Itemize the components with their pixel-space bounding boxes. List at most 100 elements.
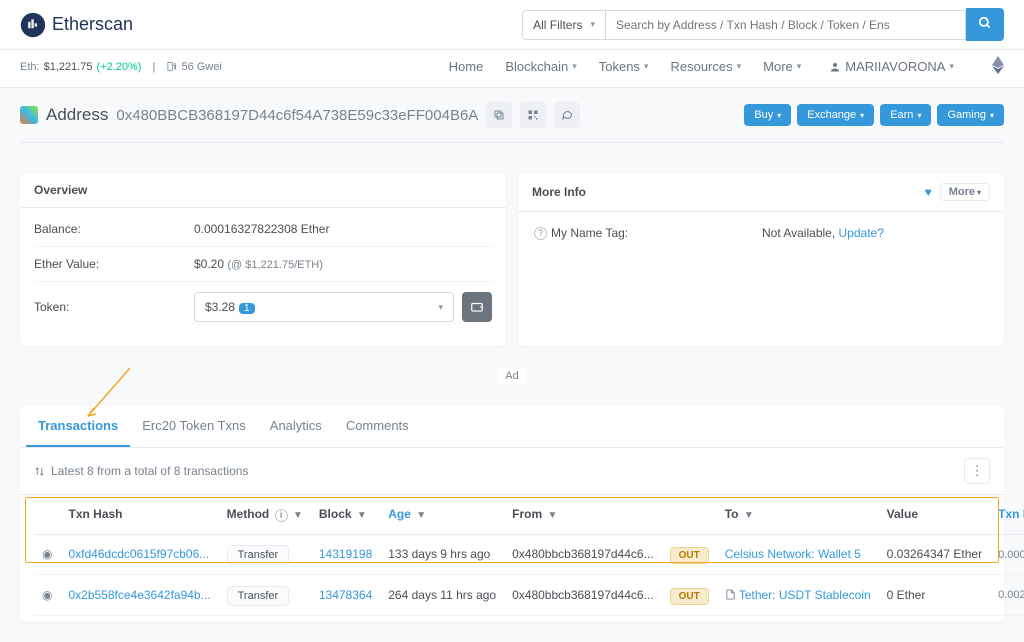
tx-options-button[interactable]: ⋮ [964, 458, 990, 484]
user-menu[interactable]: MARIIAVORONA▾ [823, 57, 960, 76]
age-cell: 133 days 9 hrs ago [380, 534, 504, 575]
txn-hash-link[interactable]: 0x2b558fce4e3642fa94b... [68, 588, 210, 602]
nav-tokens[interactable]: Tokens▾ [599, 59, 649, 74]
eth-price: Eth: $1,221.75 (+2.20%) | 56 Gwei [20, 56, 222, 77]
transactions-panel: Transactions Erc20 Token Txns Analytics … [20, 406, 1004, 622]
transactions-table: Txn Hash Method i ▼ Block ▼ Age ▼ From ▼… [34, 495, 1024, 616]
tab-transactions[interactable]: Transactions [26, 406, 130, 447]
search-button[interactable] [966, 8, 1004, 41]
tab-analytics[interactable]: Analytics [258, 406, 334, 447]
table-row: ◉ 0x2b558fce4e3642fa94b... Transfer 1347… [34, 575, 1024, 616]
view-details-button[interactable]: ◉ [42, 547, 52, 561]
table-header-row: Txn Hash Method i ▼ Block ▼ Age ▼ From ▼… [34, 495, 1024, 534]
to-link[interactable]: Tether: USDT Stablecoin [739, 588, 871, 602]
nav-home[interactable]: Home [449, 59, 484, 74]
tx-summary: Latest 8 from a total of 8 transactions [51, 464, 248, 478]
col-age[interactable]: Age ▼ [380, 495, 504, 534]
user-icon [829, 61, 841, 73]
qr-button[interactable] [520, 102, 546, 128]
col-to: To ▼ [717, 495, 879, 534]
wallet-button[interactable] [462, 292, 492, 322]
value-cell: 0 Ether [879, 575, 990, 616]
filter-icon[interactable]: ▼ [744, 510, 754, 521]
tab-comments[interactable]: Comments [334, 406, 421, 447]
overview-card: Overview Balance:0.00016327822308 Ether … [20, 173, 506, 346]
logo[interactable]: Etherscan [20, 12, 133, 38]
col-fee[interactable]: Txn Fee [990, 495, 1024, 534]
col-from: From ▼ [504, 495, 661, 534]
block-link[interactable]: 14319198 [319, 547, 372, 561]
chevron-down-icon: ▾ [860, 111, 864, 120]
help-icon: i [275, 509, 288, 522]
main-nav: Home Blockchain▾ Tokens▾ Resources▾ More… [449, 56, 1004, 77]
chevron-down-icon: ▾ [949, 61, 954, 72]
overview-heading: Overview [34, 183, 87, 197]
method-pill: Transfer [227, 545, 290, 565]
page-title: Address [46, 105, 108, 125]
age-cell: 264 days 11 hrs ago [380, 575, 504, 616]
txn-hash-link[interactable]: 0xfd46dcdc0615f97cb06... [68, 547, 209, 561]
col-value: Value [879, 495, 990, 534]
col-method: Method i ▼ [219, 495, 311, 534]
method-pill: Transfer [227, 586, 290, 606]
chevron-down-icon: ▾ [990, 111, 994, 120]
filter-icon[interactable]: ▼ [357, 510, 367, 521]
copy-button[interactable] [486, 102, 512, 128]
earn-button[interactable]: Earn▾ [880, 104, 931, 126]
nav-blockchain[interactable]: Blockchain▾ [505, 59, 576, 74]
token-dropdown[interactable]: $3.281 ▾ [194, 292, 454, 322]
buy-button[interactable]: Buy▾ [744, 104, 791, 126]
token-count-badge: 1 [239, 303, 255, 314]
table-row: ◉ 0xfd46dcdc0615f97cb06... Transfer 1431… [34, 534, 1024, 575]
nametag-value: Not Available, [762, 226, 835, 240]
balance-value: 0.00016327822308 Ether [194, 222, 329, 236]
wallet-icon [470, 300, 484, 314]
search-input[interactable] [606, 10, 966, 40]
direction-badge: OUT [670, 588, 709, 605]
etherscan-logo-icon [20, 12, 46, 38]
fee-cell: 0.00047008 [998, 549, 1024, 561]
ether-value-label: Ether Value: [34, 257, 194, 271]
fee-cell: 0.00227199 [998, 589, 1024, 601]
nav-resources[interactable]: Resources▾ [670, 59, 741, 74]
chevron-down-icon: ▾ [737, 61, 742, 72]
chat-button[interactable] [554, 102, 580, 128]
moreinfo-card: More Info ♥ More▾ ?My Name Tag: Not Avai… [518, 173, 1004, 346]
ether-rate: (@ $1,221.75/ETH) [227, 259, 323, 271]
from-cell: 0x480bbcb368197d44c6... [504, 534, 661, 575]
eth-network-icon[interactable] [992, 56, 1004, 77]
ether-value: $0.20 [194, 257, 224, 271]
chevron-down-icon: ▾ [644, 61, 649, 72]
help-icon: ? [534, 227, 547, 240]
more-dropdown[interactable]: More▾ [940, 183, 990, 201]
chevron-down-icon: ▾ [777, 111, 781, 120]
balance-label: Balance: [34, 222, 194, 236]
col-hash: Txn Hash [60, 495, 218, 534]
ad-placeholder: Ad [497, 368, 526, 384]
moreinfo-heading: More Info [532, 185, 586, 199]
copy-icon [493, 109, 505, 121]
search-filter-dropdown[interactable]: All Filters ▾ [522, 10, 606, 40]
heart-icon[interactable]: ♥ [925, 185, 932, 199]
gaming-button[interactable]: Gaming▾ [937, 104, 1004, 126]
filter-icon[interactable]: ▼ [547, 510, 557, 521]
chevron-down-icon: ▾ [438, 302, 443, 313]
blockie-icon [20, 106, 38, 124]
col-block: Block ▼ [311, 495, 380, 534]
kebab-icon: ⋮ [970, 463, 983, 478]
chevron-down-icon: ▾ [917, 111, 921, 120]
filter-icon[interactable]: ▼ [293, 510, 303, 521]
nametag-update-link[interactable]: Update? [839, 226, 884, 240]
block-link[interactable]: 13478364 [319, 588, 372, 602]
search-icon [978, 16, 992, 30]
exchange-button[interactable]: Exchange▾ [797, 104, 874, 126]
tab-erc20[interactable]: Erc20 Token Txns [130, 406, 258, 447]
chevron-down-icon: ▾ [590, 19, 595, 30]
gas-pump-icon [166, 61, 177, 72]
to-link[interactable]: Celsius Network: Wallet 5 [725, 547, 861, 561]
view-details-button[interactable]: ◉ [42, 588, 52, 602]
filter-icon[interactable]: ▼ [416, 510, 426, 521]
chevron-down-icon: ▾ [572, 61, 577, 72]
nav-more[interactable]: More▾ [763, 59, 801, 74]
brand-text: Etherscan [52, 14, 133, 35]
